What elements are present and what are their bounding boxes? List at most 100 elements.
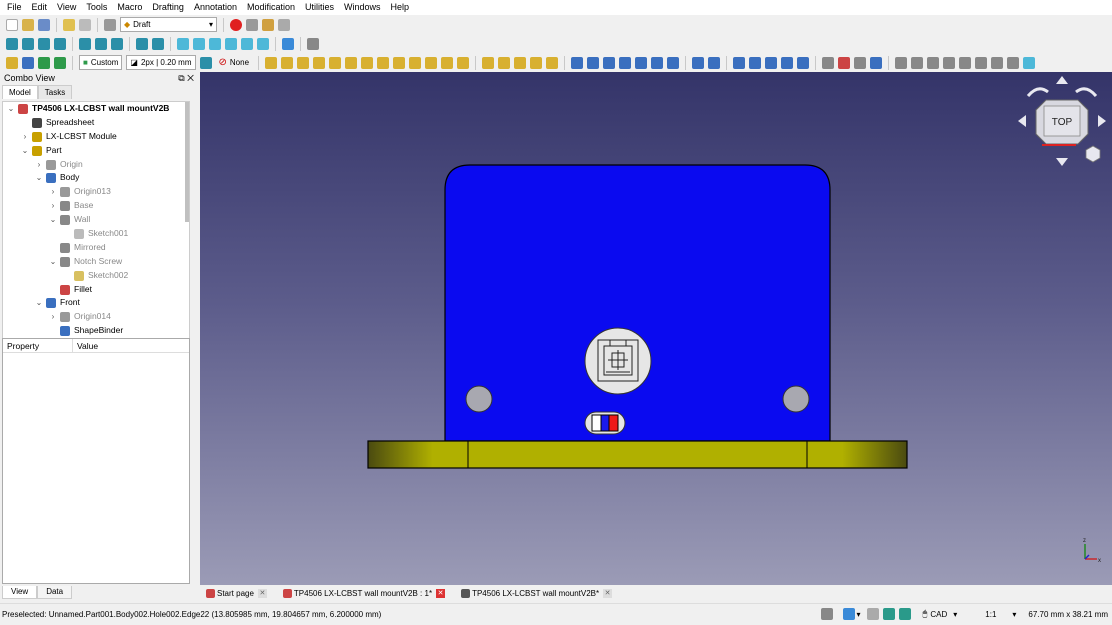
collapse-arrow-icon[interactable]: ⌄ — [35, 171, 43, 185]
tree-item[interactable]: › Origin — [3, 158, 189, 172]
scale-icon[interactable] — [603, 56, 616, 69]
shapestring-icon[interactable] — [457, 56, 470, 69]
tree-item[interactable]: ⌄ Front — [3, 296, 189, 310]
join-icon[interactable] — [749, 56, 762, 69]
expand-arrow-icon[interactable]: › — [49, 185, 57, 199]
collapse-arrow-icon[interactable]: ⌄ — [21, 144, 29, 158]
grid-icon[interactable] — [820, 608, 833, 620]
folder-icon[interactable] — [22, 56, 34, 69]
array-icon[interactable] — [708, 56, 721, 69]
stop-macro-icon[interactable] — [246, 18, 258, 31]
tree-item[interactable]: › Origin014 — [3, 310, 189, 324]
layer-icon[interactable] — [38, 56, 50, 69]
snap-selector[interactable]: ⊘ None — [216, 55, 253, 70]
navcube-rotate-right-arrow[interactable] — [1075, 87, 1098, 97]
rectangle-icon[interactable] — [361, 56, 374, 69]
expand-arrow-icon[interactable]: › — [49, 199, 57, 213]
rotate-icon[interactable] — [587, 56, 600, 69]
draw-snap-icon[interactable] — [866, 608, 879, 620]
refresh-icon[interactable] — [104, 18, 116, 31]
navcube-view-menu-icon[interactable] — [1085, 145, 1101, 163]
run-macro-icon[interactable] — [278, 18, 290, 31]
collapse-arrow-icon[interactable]: ⌄ — [49, 255, 57, 269]
upgrade-icon[interactable] — [781, 56, 794, 69]
tree-item[interactable]: › Origin013 — [3, 185, 189, 199]
label-icon[interactable] — [514, 56, 527, 69]
snap-angle-icon[interactable] — [991, 56, 1004, 69]
tree-item[interactable]: Mirrored — [3, 241, 189, 255]
tree-item[interactable]: › Base — [3, 199, 189, 213]
tree-item[interactable]: ShapeBinder — [3, 324, 189, 338]
navcube-left-arrow[interactable] — [1018, 115, 1026, 127]
menu-help[interactable]: Help — [386, 0, 415, 15]
select-plane-icon[interactable] — [911, 56, 924, 69]
fillet-icon[interactable] — [297, 56, 310, 69]
wire-to-bspline-icon[interactable] — [822, 56, 835, 69]
apply-style-icon[interactable] — [199, 56, 212, 69]
rear-view-icon[interactable] — [225, 37, 237, 50]
base-plate[interactable] — [367, 440, 908, 469]
shape-2d-view-icon[interactable] — [870, 56, 883, 69]
explode-icon[interactable] — [733, 56, 746, 69]
expand-arrow-icon[interactable]: › — [49, 310, 57, 324]
3d-viewport[interactable]: TOP z x — [200, 72, 1112, 585]
tree-item[interactable]: ⌄ Body — [3, 171, 189, 185]
notch-screw[interactable] — [584, 411, 626, 435]
menu-utilities[interactable]: Utilities — [300, 0, 339, 15]
draft-to-sketch2-icon[interactable] — [854, 56, 867, 69]
draw-style-icon[interactable] — [38, 37, 50, 50]
snap-lock-status-icon[interactable] — [842, 608, 855, 620]
left-view-icon[interactable] — [257, 37, 269, 50]
record-macro-icon[interactable] — [230, 18, 242, 31]
redo-icon[interactable] — [79, 18, 91, 31]
navigation-style[interactable]: CAD — [930, 610, 947, 619]
mount-hole-left[interactable] — [465, 385, 493, 413]
move-icon[interactable] — [571, 56, 584, 69]
snap-center-icon[interactable] — [975, 56, 988, 69]
right-view-icon[interactable] — [209, 37, 221, 50]
annotation-style-icon[interactable] — [546, 56, 559, 69]
line-icon[interactable] — [265, 56, 278, 69]
workbench-icon[interactable] — [111, 37, 123, 50]
mirror-icon[interactable] — [619, 56, 632, 69]
menu-windows[interactable]: Windows — [339, 0, 386, 15]
fit-all-icon[interactable] — [6, 37, 18, 50]
bounding-box-icon[interactable] — [54, 37, 66, 50]
add-snap-icon[interactable] — [882, 608, 895, 620]
new-file-icon[interactable] — [6, 18, 18, 31]
snap-lock-icon[interactable] — [927, 56, 940, 69]
style-selector[interactable]: ■ Custom — [79, 55, 123, 70]
whats-this-icon[interactable] — [307, 37, 319, 50]
draft-to-sketch-icon[interactable] — [838, 56, 851, 69]
menu-modification[interactable]: Modification — [242, 0, 300, 15]
tab-tasks[interactable]: Tasks — [37, 85, 73, 99]
split-icon[interactable] — [765, 56, 778, 69]
layer-manager-icon[interactable] — [54, 56, 66, 69]
document-tab[interactable]: TP4506 LX-LCBST wall mountV2B : 1* ✕ — [281, 589, 446, 598]
tree-item[interactable]: ⌄ Notch Screw — [3, 255, 189, 269]
tree-item[interactable]: Fillet — [3, 283, 189, 297]
menu-macro[interactable]: Macro — [112, 0, 147, 15]
dimension-icon[interactable] — [498, 56, 511, 69]
wall-plate[interactable] — [444, 164, 831, 442]
tab-model[interactable]: Model — [2, 85, 38, 99]
ellipse-icon[interactable] — [345, 56, 358, 69]
close-tab-icon[interactable]: ✕ — [436, 589, 446, 598]
front-view-icon[interactable] — [177, 37, 189, 50]
navcube-rotate-left-arrow[interactable] — [1026, 87, 1049, 97]
polyline-icon[interactable] — [281, 56, 294, 69]
measure-icon[interactable] — [282, 37, 294, 50]
bspline-icon[interactable] — [393, 56, 406, 69]
bezier-icon[interactable] — [409, 56, 422, 69]
circle-icon[interactable] — [329, 56, 342, 69]
close-tab-icon[interactable]: ✕ — [603, 589, 613, 598]
tree-item[interactable]: Sketch001 — [3, 227, 189, 241]
workbench-selector[interactable]: ◆ Draft ▾ — [120, 17, 217, 32]
menu-file[interactable]: File — [2, 0, 27, 15]
facebinder-icon[interactable] — [441, 56, 454, 69]
close-tab-icon[interactable]: ✕ — [257, 589, 267, 598]
undo-icon[interactable] — [63, 18, 75, 31]
tree-item[interactable]: Spreadsheet — [3, 116, 189, 130]
open-file-icon[interactable] — [22, 18, 34, 31]
fit-selection-icon[interactable] — [22, 37, 34, 50]
